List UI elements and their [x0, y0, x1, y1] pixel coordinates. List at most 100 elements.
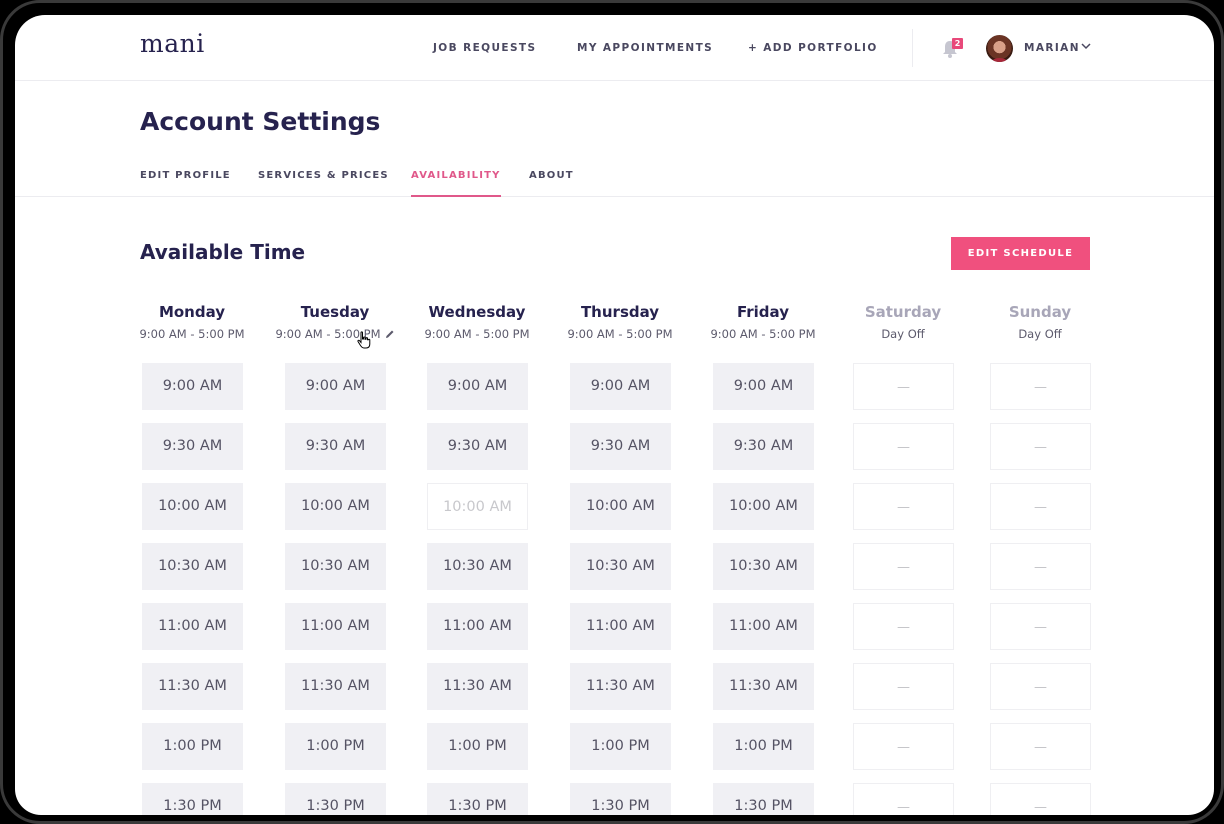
time-slot[interactable]: —	[990, 483, 1091, 530]
time-slot[interactable]: 11:00 AM	[713, 603, 814, 650]
time-slot[interactable]: 1:30 PM	[713, 783, 814, 815]
time-slot[interactable]: —	[853, 543, 954, 590]
time-slot[interactable]: 11:30 AM	[142, 663, 243, 710]
time-slot[interactable]: 9:30 AM	[713, 423, 814, 470]
nav-job-requests[interactable]: JOB REQUESTS	[433, 42, 536, 54]
time-slot[interactable]: 10:30 AM	[285, 543, 386, 590]
time-slot[interactable]: 1:00 PM	[285, 723, 386, 770]
notification-badge: 2	[952, 38, 963, 49]
time-slot[interactable]: —	[990, 603, 1091, 650]
time-slot[interactable]: 10:30 AM	[427, 543, 528, 590]
day-header-saturday: Saturday Day Off	[838, 303, 968, 341]
time-slot[interactable]: —	[853, 603, 954, 650]
time-slot[interactable]: 10:30 AM	[142, 543, 243, 590]
time-slot[interactable]: —	[853, 663, 954, 710]
nav-divider	[912, 29, 913, 67]
logo[interactable]: mani	[140, 29, 205, 58]
day-hours: Day Off	[838, 327, 968, 341]
day-header-tuesday: Tuesday 9:00 AM - 5:00 PM	[270, 303, 400, 341]
time-slot[interactable]: —	[853, 423, 954, 470]
time-slot[interactable]: —	[990, 663, 1091, 710]
day-header-friday: Friday 9:00 AM - 5:00 PM	[698, 303, 828, 341]
time-slot[interactable]: —	[990, 723, 1091, 770]
tab-services-prices[interactable]: SERVICES & PRICES	[258, 170, 389, 195]
day-name: Sunday	[1008, 303, 1072, 321]
time-slot[interactable]: 1:00 PM	[142, 723, 243, 770]
day-hours-text: Day Off	[881, 327, 925, 341]
time-slot[interactable]: 10:00 AM	[142, 483, 243, 530]
time-slot[interactable]: —	[990, 783, 1091, 815]
time-slot[interactable]: 9:00 AM	[285, 363, 386, 410]
time-slot[interactable]: 1:00 PM	[427, 723, 528, 770]
time-slot[interactable]: —	[990, 543, 1091, 590]
time-slot[interactable]: 9:00 AM	[713, 363, 814, 410]
avatar[interactable]	[986, 35, 1013, 62]
day-hours[interactable]: 9:00 AM - 5:00 PM	[412, 327, 542, 341]
time-slot[interactable]: 10:00 AM	[427, 483, 528, 530]
time-slot[interactable]: —	[853, 783, 954, 815]
day-header-monday: Monday 9:00 AM - 5:00 PM	[127, 303, 257, 341]
day-name: Friday	[736, 303, 789, 321]
time-slot[interactable]: 1:30 PM	[285, 783, 386, 815]
section-title: Available Time	[140, 240, 306, 264]
time-slot[interactable]: 10:00 AM	[285, 483, 386, 530]
pencil-icon[interactable]	[385, 329, 395, 339]
day-hours-text: 9:00 AM - 5:00 PM	[567, 327, 673, 341]
day-hours[interactable]: 9:00 AM - 5:00 PM	[698, 327, 828, 341]
day-hours-text: Day Off	[1018, 327, 1062, 341]
time-slot[interactable]: —	[990, 363, 1091, 410]
time-slot[interactable]: 10:30 AM	[570, 543, 671, 590]
time-slot[interactable]: —	[853, 723, 954, 770]
time-slot[interactable]: 11:30 AM	[713, 663, 814, 710]
time-slot[interactable]: 10:30 AM	[713, 543, 814, 590]
chevron-down-icon[interactable]	[1081, 41, 1091, 51]
nav-my-appointments[interactable]: MY APPOINTMENTS	[577, 42, 713, 54]
time-slot[interactable]: 1:30 PM	[570, 783, 671, 815]
time-slot[interactable]: 11:00 AM	[142, 603, 243, 650]
device-frame: mani JOB REQUESTS MY APPOINTMENTS + ADD …	[0, 0, 1224, 824]
tab-edit-profile[interactable]: EDIT PROFILE	[140, 170, 231, 195]
time-slot[interactable]: 1:30 PM	[142, 783, 243, 815]
time-slot[interactable]: 1:30 PM	[427, 783, 528, 815]
app-screen: mani JOB REQUESTS MY APPOINTMENTS + ADD …	[15, 15, 1214, 815]
time-slot[interactable]: 11:30 AM	[285, 663, 386, 710]
settings-tabs: EDIT PROFILE SERVICES & PRICES AVAILABIL…	[15, 165, 1214, 197]
edit-schedule-button[interactable]: EDIT SCHEDULE	[951, 237, 1090, 270]
tab-availability[interactable]: AVAILABILITY	[411, 170, 501, 197]
time-slot[interactable]: 10:00 AM	[570, 483, 671, 530]
tab-about[interactable]: ABOUT	[529, 170, 574, 195]
time-slot[interactable]: 9:30 AM	[142, 423, 243, 470]
day-name: Monday	[158, 303, 226, 321]
nav-add-portfolio[interactable]: + ADD PORTFOLIO	[748, 42, 878, 54]
time-slot[interactable]: 11:00 AM	[570, 603, 671, 650]
time-slot[interactable]: 10:00 AM	[713, 483, 814, 530]
time-slot[interactable]: 11:30 AM	[427, 663, 528, 710]
time-slot[interactable]: 11:30 AM	[570, 663, 671, 710]
day-hours[interactable]: 9:00 AM - 5:00 PM	[127, 327, 257, 341]
day-hours[interactable]: 9:00 AM - 5:00 PM	[270, 327, 400, 341]
time-slot[interactable]: 9:30 AM	[427, 423, 528, 470]
day-hours: Day Off	[975, 327, 1105, 341]
time-slot[interactable]: —	[990, 423, 1091, 470]
time-slot[interactable]: 9:00 AM	[427, 363, 528, 410]
time-slot[interactable]: —	[853, 483, 954, 530]
day-header-thursday: Thursday 9:00 AM - 5:00 PM	[555, 303, 685, 341]
user-name[interactable]: MARIAN	[1024, 42, 1080, 54]
time-slot[interactable]: 11:00 AM	[427, 603, 528, 650]
day-hours-text: 9:00 AM - 5:00 PM	[710, 327, 816, 341]
day-name: Saturday	[864, 303, 942, 321]
time-slot[interactable]: 1:00 PM	[570, 723, 671, 770]
day-hours-text: 9:00 AM - 5:00 PM	[139, 327, 245, 341]
time-slot[interactable]: 9:00 AM	[570, 363, 671, 410]
day-hours[interactable]: 9:00 AM - 5:00 PM	[555, 327, 685, 341]
top-navbar: mani JOB REQUESTS MY APPOINTMENTS + ADD …	[15, 15, 1214, 81]
time-slot[interactable]: 9:30 AM	[285, 423, 386, 470]
time-slot[interactable]: 9:30 AM	[570, 423, 671, 470]
day-name: Thursday	[580, 303, 660, 321]
time-slot[interactable]: 9:00 AM	[142, 363, 243, 410]
day-hours-text: 9:00 AM - 5:00 PM	[275, 327, 381, 341]
time-slot[interactable]: 1:00 PM	[713, 723, 814, 770]
time-slot[interactable]: 11:00 AM	[285, 603, 386, 650]
time-slot[interactable]: —	[853, 363, 954, 410]
day-name: Tuesday	[300, 303, 370, 321]
